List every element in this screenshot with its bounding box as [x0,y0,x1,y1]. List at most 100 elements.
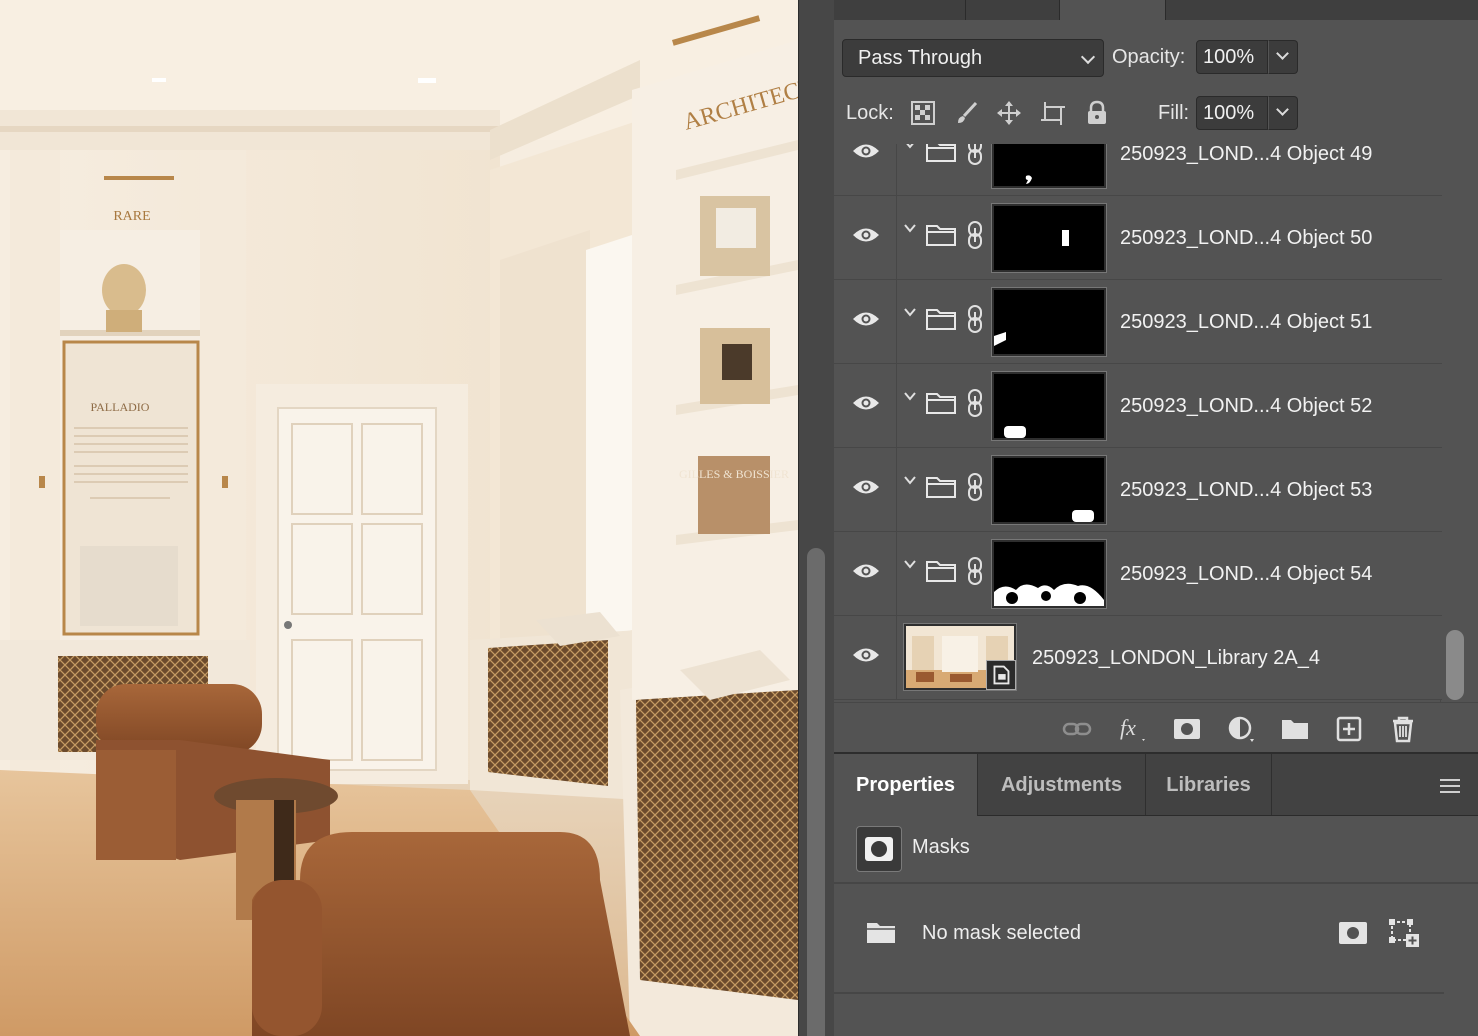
tab-libraries[interactable]: Libraries [1146,754,1272,815]
lock-label: Lock: [846,102,894,124]
opacity-dropdown[interactable] [1268,40,1298,74]
layer-list-scroll-track[interactable] [1440,144,1470,702]
blend-mode-value: Pass Through [858,47,983,69]
fill-label: Fill: [1158,102,1190,124]
masks-section-header: Masks [834,816,1478,884]
opacity-label: Opacity: [1112,46,1186,68]
panel-tab-strip [834,0,1478,20]
expand-chevron-icon[interactable] [904,390,916,402]
new-layer-icon[interactable] [1334,715,1364,743]
mask-link-icon[interactable] [966,556,984,586]
visibility-eye-icon[interactable] [852,144,880,161]
folder-icon [926,144,956,162]
layer-mask-thumbnail[interactable] [992,456,1106,524]
visibility-eye-icon[interactable] [852,477,880,497]
folder-icon [926,309,956,330]
visibility-eye-icon[interactable] [852,645,880,665]
visibility-eye-icon[interactable] [852,393,880,413]
adjustment-layer-icon[interactable] [1226,715,1256,743]
tab-channels[interactable] [834,0,966,20]
fill-input[interactable]: 100% [1196,96,1268,130]
folder-icon [926,225,956,246]
visibility-eye-icon[interactable] [852,561,880,581]
tab-paths[interactable] [966,0,1060,20]
mask-link-icon[interactable] [966,220,984,250]
folder-icon [867,923,895,943]
folder-icon [926,477,956,498]
layer-list: 250923_LOND...4 Object 49 250923_LOND...… [834,144,1442,702]
svg-text:fx: fx [1120,715,1136,740]
tab-properties[interactable]: Properties [834,754,978,816]
layer-mask-thumbnail[interactable] [992,204,1106,272]
layer-row[interactable]: 250923_LONDON_Library 2A_4 [834,616,1442,700]
properties-panel: Properties Adjustments Libraries Masks N… [834,752,1478,1036]
layers-panel: Pass Through Opacity: 100% Lock: Fill: 1… [834,0,1478,752]
expand-chevron-icon[interactable] [904,558,916,570]
link-layers-icon[interactable] [1062,715,1092,743]
mask-icon [856,826,902,872]
layer-row[interactable]: 250923_LOND...4 Object 50 [834,196,1442,280]
mask-status-row: No mask selected [834,886,1444,994]
layer-name[interactable]: 250923_LOND...4 Object 50 [1120,196,1372,280]
lock-artboard-icon[interactable] [1040,100,1066,126]
layer-list-scroll-thumb[interactable] [1446,630,1464,700]
layer-style-fx-icon[interactable]: fx [1118,715,1148,743]
lock-transparent-pixels-icon[interactable] [910,100,936,126]
layer-name[interactable]: 250923_LONDON_Library 2A_4 [1032,616,1320,700]
add-pixel-mask-icon[interactable] [1338,920,1368,946]
book-title: GILLES & BOISSIER [679,467,789,481]
mask-link-icon[interactable] [966,472,984,502]
layer-name[interactable]: 250923_LOND...4 Object 51 [1120,280,1372,364]
layer-name[interactable]: 250923_LOND...4 Object 49 [1120,144,1372,196]
new-group-folder-icon[interactable] [1280,715,1310,743]
no-mask-status: No mask selected [922,922,1081,944]
layer-name[interactable]: 250923_LOND...4 Object 54 [1120,532,1372,616]
tab-layers[interactable] [1060,0,1166,20]
folder-icon [926,393,956,414]
masks-label: Masks [912,836,970,858]
layer-row[interactable]: 250923_LOND...4 Object 49 [834,144,1442,196]
sign-rare: RARE [113,209,150,224]
expand-chevron-icon[interactable] [904,474,916,486]
layer-row[interactable]: 250923_LOND...4 Object 51 [834,280,1442,364]
document-canvas[interactable]: PALLADIO RARE ARCHITECT GILLES & BOISSIE… [0,0,798,1036]
blend-mode-select[interactable]: Pass Through [842,39,1104,77]
mask-link-icon[interactable] [966,388,984,418]
mask-link-icon[interactable] [966,304,984,334]
panel-menu-icon[interactable] [1440,779,1460,793]
document-scroll-thumb[interactable] [807,548,825,1036]
folder-icon [926,561,956,582]
layer-mask-thumbnail[interactable] [992,288,1106,356]
layer-mask-thumbnail[interactable] [992,144,1106,188]
opacity-input[interactable]: 100% [1196,40,1268,74]
add-mask-icon[interactable] [1172,715,1202,743]
expand-chevron-icon[interactable] [904,144,916,150]
layer-row[interactable]: 250923_LOND...4 Object 54 [834,532,1442,616]
expand-chevron-icon[interactable] [904,222,916,234]
properties-tab-strip: Properties Adjustments Libraries [834,754,1478,816]
visibility-eye-icon[interactable] [852,309,880,329]
expand-chevron-icon[interactable] [904,306,916,318]
fill-dropdown[interactable] [1268,96,1298,130]
lock-image-pixels-brush-icon[interactable] [954,100,980,126]
lock-position-move-icon[interactable] [996,100,1022,126]
rendered-interior-image: PALLADIO RARE ARCHITECT GILLES & BOISSIE… [0,0,798,1036]
chevron-down-icon [1080,49,1096,65]
layers-footer-toolbar: fx [834,702,1478,752]
layer-name[interactable]: 250923_LOND...4 Object 53 [1120,448,1372,532]
add-vector-mask-icon[interactable] [1388,918,1420,948]
smart-object-icon [986,660,1016,690]
document-scrollbar[interactable] [798,0,834,1036]
tab-adjustments[interactable]: Adjustments [978,754,1146,815]
trash-icon[interactable] [1388,715,1418,743]
layer-row[interactable]: 250923_LOND...4 Object 52 [834,364,1442,448]
layer-mask-thumbnail[interactable] [992,372,1106,440]
mask-link-icon[interactable] [966,144,984,166]
layer-name[interactable]: 250923_LOND...4 Object 52 [1120,364,1372,448]
layer-row[interactable]: 250923_LOND...4 Object 53 [834,448,1442,532]
layer-mask-thumbnail[interactable] [992,540,1106,608]
visibility-eye-icon[interactable] [852,225,880,245]
lock-all-icon[interactable] [1084,100,1110,126]
plaque-title: PALLADIO [91,400,150,414]
chevron-down-icon [1276,103,1289,116]
